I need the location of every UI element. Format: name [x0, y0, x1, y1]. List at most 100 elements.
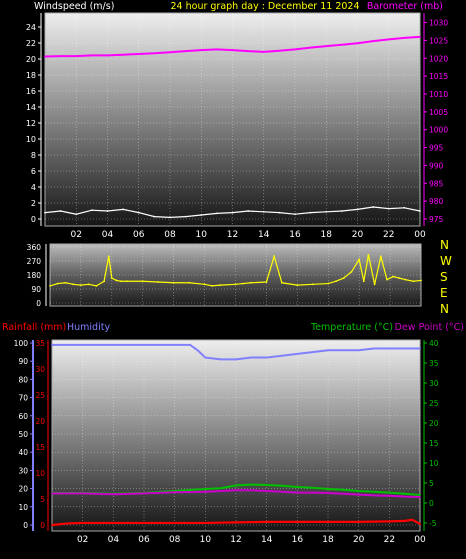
- direction-point: [265, 281, 268, 283]
- chart-title: 24 hour graph day : December 11 2024: [171, 1, 360, 12]
- compass-n-bottom: N: [440, 302, 449, 316]
- humidity-point: [143, 343, 145, 346]
- windspeed-point: [294, 213, 296, 216]
- rainfall-point: [204, 522, 207, 524]
- x-tick-label: 14: [261, 535, 273, 545]
- barometer-point: [419, 35, 421, 38]
- x-tick-label: 10: [196, 230, 208, 240]
- direction-point: [107, 255, 110, 258]
- humidity-point: [296, 353, 299, 355]
- windspeed-tick-label: 6: [31, 167, 36, 176]
- temperature-axis-title: Temperature (°C): [310, 322, 393, 333]
- windspeed-axis-title: Windspeed (m/s): [34, 1, 114, 12]
- humidity-tick-label: 70: [18, 394, 28, 403]
- barometer-tick-label: 985: [429, 179, 444, 188]
- humidity-point: [342, 349, 345, 352]
- direction-point: [273, 255, 276, 258]
- windspeed-tick-label: 12: [26, 119, 36, 128]
- humidity-point: [373, 347, 375, 350]
- windspeed-point: [247, 210, 250, 212]
- wind-baro-plot-area: [44, 12, 421, 227]
- rainfall-tick-label: 10: [35, 469, 45, 478]
- direction-point: [120, 280, 123, 283]
- compass-s: S: [440, 270, 448, 284]
- direction-point: [56, 282, 59, 285]
- direction-point: [115, 279, 118, 282]
- wind-baro-panel: 024681012141618202224 975980985990995100…: [26, 12, 448, 227]
- dewpoint-point: [373, 494, 375, 497]
- x-tick-label: 00: [414, 535, 426, 545]
- direction-point: [362, 280, 365, 283]
- barometer-point: [90, 54, 93, 57]
- dewpoint-point: [265, 490, 268, 492]
- humidity-point: [250, 356, 253, 359]
- windspeed-point: [387, 207, 390, 210]
- direction-point: [296, 284, 299, 287]
- direction-point: [311, 283, 314, 286]
- windspeed-point: [419, 210, 421, 212]
- temperature-ticks: -5 0 5 10 15 20 25 30 35 40: [424, 339, 439, 528]
- temperature-tick-label: -5: [429, 519, 437, 528]
- barometer-point: [200, 49, 203, 51]
- barometer-ticks: 975 980 985 990 995 1000 1005 1010 1015 1020 1025 1…: [424, 19, 448, 224]
- humidity-point: [265, 356, 268, 359]
- windspeed-point: [153, 215, 156, 218]
- dewpoint-point: [81, 492, 84, 495]
- direction-point: [350, 270, 353, 273]
- humidity-tick-label: 30: [18, 466, 28, 475]
- windspeed-tick-label: 4: [31, 183, 36, 192]
- rainfall-point: [357, 520, 360, 523]
- temperature-point: [296, 486, 299, 488]
- rainfall-point: [419, 523, 421, 525]
- rainfall-point: [388, 520, 391, 523]
- windspeed-ticks: 024681012141618202224: [26, 23, 41, 224]
- direction-point: [412, 280, 415, 283]
- barometer-point: [356, 42, 359, 45]
- humidity-tick-label: 100: [14, 339, 29, 348]
- x-tick-label: 20: [353, 535, 365, 545]
- direction-point: [188, 281, 191, 284]
- barometer-point: [231, 49, 234, 51]
- barometer-point: [215, 48, 218, 51]
- windspeed-tick-label: 16: [26, 87, 36, 96]
- rainfall-point: [265, 520, 268, 523]
- humidity-tick-label: 50: [18, 430, 28, 439]
- direction-point: [373, 283, 376, 286]
- rainfall-point: [112, 522, 115, 524]
- direction-point: [358, 258, 361, 261]
- humidity-point: [357, 349, 360, 352]
- direction-ticks: 0 90 180 270 360: [27, 243, 42, 308]
- rainfall-point: [411, 518, 414, 521]
- barometer-point: [106, 54, 109, 57]
- dewpoint-point: [173, 491, 176, 494]
- dewpoint-axis-title: Dew Point (°C): [395, 322, 464, 333]
- direction-point: [379, 255, 382, 258]
- direction-point: [126, 280, 129, 283]
- humidity-ticks: 0 10 20 30 40 50 60 70 80 90 100: [14, 339, 33, 530]
- windspeed-point: [106, 210, 109, 212]
- dewpoint-point: [296, 491, 299, 494]
- rainfall-tick-label: 0: [40, 521, 45, 530]
- humidity-tick-label: 20: [18, 485, 28, 494]
- humidity-point: [51, 343, 53, 346]
- x-tick-label: 12: [227, 230, 238, 240]
- temperature-point: [327, 488, 329, 490]
- dewpoint-point: [281, 490, 283, 493]
- windspeed-point: [44, 211, 46, 214]
- compass-labels: N W S E N: [440, 238, 452, 316]
- rainfall-tick-label: 25: [35, 391, 45, 400]
- x-tick-label: 02: [77, 535, 88, 545]
- temperature-point: [342, 488, 345, 491]
- windspeed-point: [169, 216, 171, 219]
- direction-point: [386, 278, 388, 281]
- dewpoint-point: [204, 490, 207, 493]
- x-tick-label: 14: [258, 230, 270, 240]
- direction-point: [157, 281, 160, 283]
- x-tick-label: 20: [352, 230, 364, 240]
- x-tick-label: 16: [292, 535, 304, 545]
- direction-point: [367, 253, 370, 256]
- barometer-point: [294, 48, 296, 51]
- windspeed-tick-label: 10: [26, 135, 36, 144]
- humidity-point: [219, 358, 222, 361]
- direction-tick-label: 90: [31, 285, 41, 294]
